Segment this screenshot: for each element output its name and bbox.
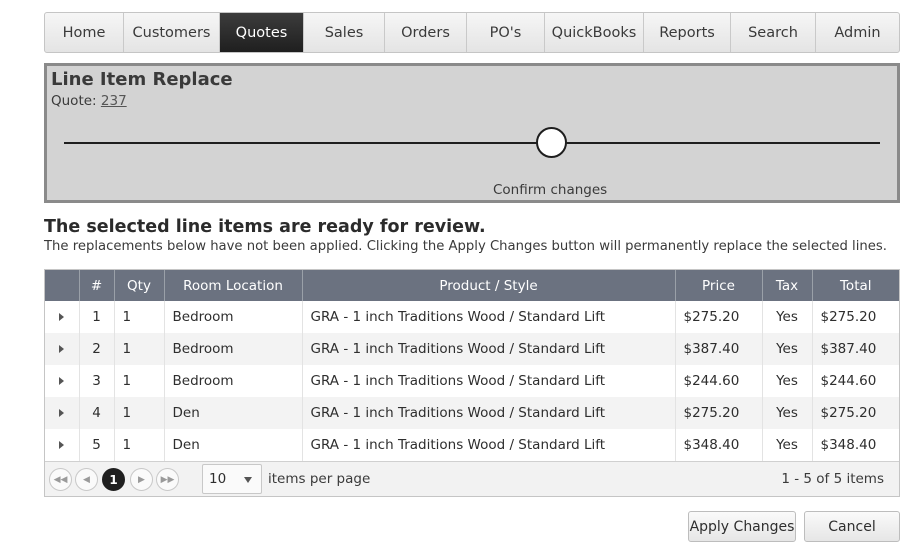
cell-tax: Yes bbox=[762, 301, 813, 333]
header-number[interactable]: # bbox=[79, 270, 115, 301]
nav-admin[interactable]: Admin bbox=[816, 13, 899, 52]
header-price[interactable]: Price bbox=[675, 270, 763, 301]
header-expand bbox=[45, 270, 80, 301]
last-page-icon[interactable]: ▶▶ bbox=[156, 468, 179, 491]
row-expand[interactable] bbox=[45, 365, 80, 397]
table-row: 4 1 Den GRA - 1 inch Traditions Wood / S… bbox=[45, 397, 899, 429]
quote-number-link[interactable]: 237 bbox=[101, 93, 127, 109]
cell-qty: 1 bbox=[114, 429, 165, 461]
nav-sales[interactable]: Sales bbox=[304, 13, 385, 52]
review-subtitle: The replacements below have not been app… bbox=[44, 239, 887, 254]
line-items-grid: # Qty Room Location Product / Style Pric… bbox=[44, 269, 900, 497]
row-expand[interactable] bbox=[45, 301, 80, 333]
cell-room: Bedroom bbox=[164, 333, 303, 365]
table-row: 2 1 Bedroom GRA - 1 inch Traditions Wood… bbox=[45, 333, 899, 365]
header-tax[interactable]: Tax bbox=[762, 270, 813, 301]
prev-page-icon[interactable]: ◀ bbox=[75, 468, 98, 491]
apply-changes-button[interactable]: Apply Changes bbox=[688, 511, 796, 542]
header-room-location[interactable]: Room Location bbox=[164, 270, 303, 301]
table-row: 5 1 Den GRA - 1 inch Traditions Wood / S… bbox=[45, 429, 899, 461]
cell-room: Bedroom bbox=[164, 301, 303, 333]
page-size-value: 10 bbox=[209, 471, 227, 487]
per-page-label: items per page bbox=[268, 471, 371, 487]
nav-reports[interactable]: Reports bbox=[644, 13, 731, 52]
cell-product: GRA - 1 inch Traditions Wood / Standard … bbox=[302, 301, 676, 333]
nav-orders[interactable]: Orders bbox=[385, 13, 467, 52]
cell-tax: Yes bbox=[762, 429, 813, 461]
cell-number: 3 bbox=[79, 365, 115, 397]
nav-pos[interactable]: PO's bbox=[467, 13, 545, 52]
next-page-icon[interactable]: ▶ bbox=[130, 468, 153, 491]
row-expand[interactable] bbox=[45, 333, 80, 365]
cell-number: 5 bbox=[79, 429, 115, 461]
cell-total: $387.40 bbox=[812, 333, 899, 365]
row-expand[interactable] bbox=[45, 397, 80, 429]
main-nav: Home Customers Quotes Sales Orders PO's … bbox=[44, 12, 900, 53]
cell-price: $275.20 bbox=[675, 301, 763, 333]
nav-quotes[interactable]: Quotes bbox=[220, 13, 304, 52]
cell-price: $275.20 bbox=[675, 397, 763, 429]
cell-number: 4 bbox=[79, 397, 115, 429]
first-page-icon[interactable]: ◀◀ bbox=[49, 468, 72, 491]
quote-label: Quote: bbox=[51, 93, 97, 109]
header-qty[interactable]: Qty bbox=[114, 270, 165, 301]
cell-room: Den bbox=[164, 429, 303, 461]
cell-number: 1 bbox=[79, 301, 115, 333]
expand-caret-icon[interactable] bbox=[59, 345, 65, 353]
cell-tax: Yes bbox=[762, 397, 813, 429]
cell-product: GRA - 1 inch Traditions Wood / Standard … bbox=[302, 365, 676, 397]
cell-product: GRA - 1 inch Traditions Wood / Standard … bbox=[302, 397, 676, 429]
cell-price: $348.40 bbox=[675, 429, 763, 461]
cell-room: Den bbox=[164, 397, 303, 429]
step-label: Confirm changes bbox=[493, 182, 608, 198]
pager-info: 1 - 5 of 5 items bbox=[781, 471, 884, 487]
cell-product: GRA - 1 inch Traditions Wood / Standard … bbox=[302, 429, 676, 461]
cell-tax: Yes bbox=[762, 365, 813, 397]
expand-caret-icon[interactable] bbox=[59, 409, 65, 417]
nav-customers[interactable]: Customers bbox=[124, 13, 220, 52]
cell-price: $244.60 bbox=[675, 365, 763, 397]
progress-step-indicator bbox=[536, 127, 567, 158]
cell-total: $348.40 bbox=[820, 437, 877, 453]
nav-home[interactable]: Home bbox=[45, 13, 124, 52]
cell-number: 2 bbox=[79, 333, 115, 365]
expand-caret-icon[interactable] bbox=[59, 441, 65, 449]
dropdown-arrow-icon bbox=[244, 477, 252, 483]
page-number-current[interactable]: 1 bbox=[102, 468, 125, 491]
grid-pager: ◀◀ ◀ 1 ▶ ▶▶ 10 items per page 1 - 5 of 5… bbox=[45, 461, 899, 496]
expand-caret-icon[interactable] bbox=[59, 313, 65, 321]
cell-total: $275.20 bbox=[812, 397, 899, 429]
table-row: 1 1 Bedroom GRA - 1 inch Traditions Wood… bbox=[45, 301, 899, 333]
line-item-replace-panel: Line Item Replace Quote: 237 Confirm cha… bbox=[44, 63, 900, 203]
nav-quickbooks[interactable]: QuickBooks bbox=[545, 13, 644, 52]
cell-qty: 1 bbox=[114, 301, 165, 333]
cell-qty: 1 bbox=[114, 365, 165, 397]
review-title: The selected line items are ready for re… bbox=[44, 217, 486, 237]
cell-qty: 1 bbox=[114, 333, 165, 365]
cancel-button[interactable]: Cancel bbox=[804, 511, 900, 542]
row-expand[interactable] bbox=[45, 429, 80, 461]
cell-tax: Yes bbox=[762, 333, 813, 365]
header-row: # Qty Room Location Product / Style Pric… bbox=[45, 270, 899, 301]
cell-room: Bedroom bbox=[164, 365, 303, 397]
panel-title: Line Item Replace bbox=[51, 69, 233, 90]
quote-line: Quote: 237 bbox=[51, 93, 127, 109]
cell-total: $244.60 bbox=[820, 373, 877, 389]
expand-caret-icon[interactable] bbox=[59, 377, 65, 385]
cell-total: $275.20 bbox=[820, 309, 877, 325]
header-product-style[interactable]: Product / Style bbox=[302, 270, 676, 301]
cell-product: GRA - 1 inch Traditions Wood / Standard … bbox=[302, 333, 676, 365]
page-size-select[interactable]: 10 bbox=[202, 464, 262, 494]
cell-qty: 1 bbox=[114, 397, 165, 429]
progress-track bbox=[64, 142, 880, 144]
cell-price: $387.40 bbox=[675, 333, 763, 365]
table-row: 3 1 Bedroom GRA - 1 inch Traditions Wood… bbox=[45, 365, 899, 397]
nav-search[interactable]: Search bbox=[731, 13, 816, 52]
header-total[interactable]: Total bbox=[812, 270, 899, 301]
